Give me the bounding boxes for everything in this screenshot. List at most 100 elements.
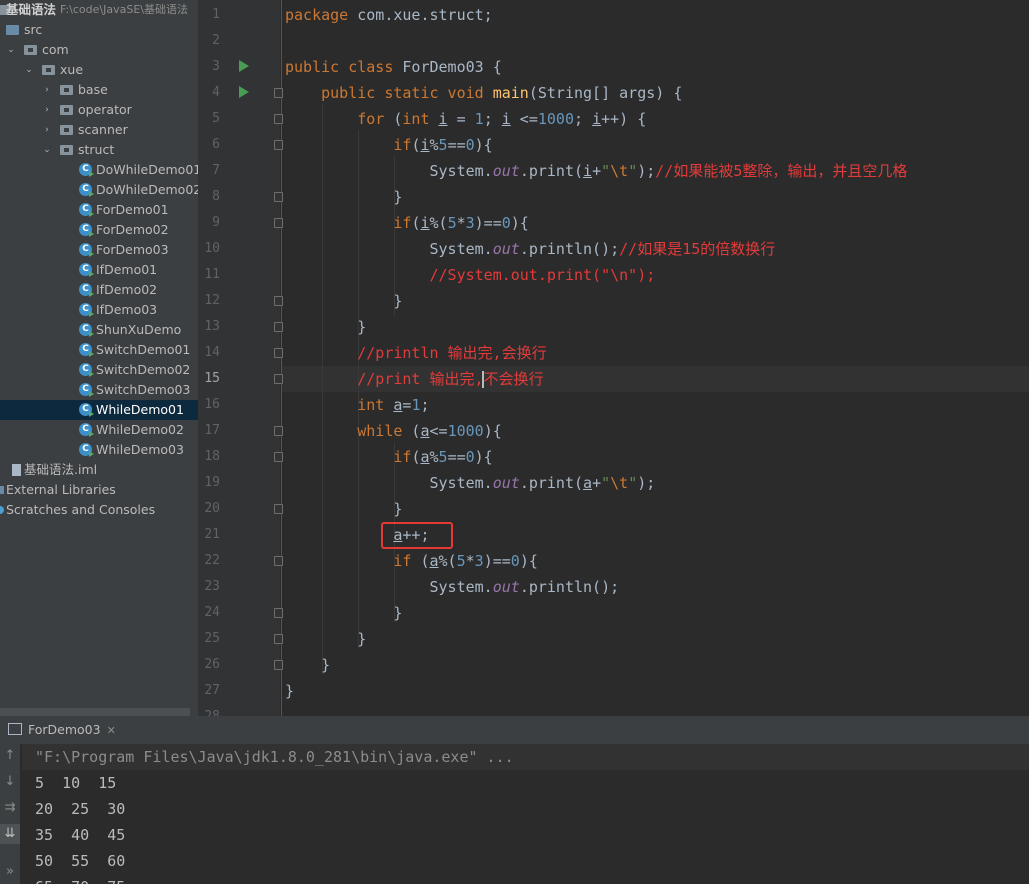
fold-icon[interactable] — [274, 608, 283, 618]
tree-item-switchdemo02[interactable]: C SwitchDemo02 — [0, 360, 198, 380]
iml-file-icon — [12, 464, 21, 476]
up-arrow-icon[interactable]: ↑ — [0, 746, 20, 766]
tree-horizontal-scrollbar[interactable] — [0, 708, 190, 716]
tree-item-src[interactable]: src — [0, 20, 198, 40]
tree-item-scratches-and-consoles[interactable]: Scratches and Consoles — [0, 500, 198, 520]
run-config-icon — [8, 723, 22, 735]
fold-icon[interactable] — [274, 218, 283, 228]
line-number: 27 — [204, 683, 220, 698]
code-line-14: //println 输出完,会换行 — [285, 340, 546, 366]
code-line-18: if(a%5==0){ — [393, 448, 493, 466]
tree-item-xue[interactable]: ⌄ xue — [0, 60, 198, 80]
tree-item-ifdemo01[interactable]: C IfDemo01 — [0, 260, 198, 280]
tree-item-shunxudemo[interactable]: C ShunXuDemo — [0, 320, 198, 340]
source-folder-icon — [6, 25, 19, 35]
tree-item-base[interactable]: › base — [0, 80, 198, 100]
run-tab[interactable]: ForDemo03 ✕ — [8, 716, 116, 744]
project-root[interactable]: 基础语法 F:\code\JavaSE\基础语法 — [0, 0, 198, 20]
fold-icon[interactable] — [274, 322, 283, 332]
fold-icon[interactable] — [274, 660, 283, 670]
tree-item-operator[interactable]: › operator — [0, 100, 198, 120]
code-editor[interactable]: 1 2 3 4 5 6 7 8 9 10 11 12 13 14 15 16 17 18 19 20 21 22 23 24 2… — [198, 0, 1029, 716]
console-output[interactable]: "F:\Program Files\Java\jdk1.8.0_281\bin\… — [22, 744, 1029, 884]
tree-item-label: SwitchDemo03 — [96, 382, 191, 397]
fold-icon[interactable] — [274, 114, 283, 124]
more-icon[interactable]: » — [0, 862, 20, 882]
chevron-down-icon[interactable]: ⌄ — [42, 140, 52, 160]
comment-line-10: //如果是15的倍数换行 — [619, 240, 776, 258]
code-line-7: System.out.print(i+"\t");//如果能被5整除，输出，并且… — [285, 162, 908, 180]
chevron-right-icon[interactable]: › — [42, 80, 52, 100]
chevron-right-icon[interactable]: › — [42, 120, 52, 140]
line-number: 3 — [212, 59, 220, 74]
tree-item-switchdemo03[interactable]: C SwitchDemo03 — [0, 380, 198, 400]
down-arrow-icon[interactable]: ↓ — [0, 772, 20, 792]
chevron-down-icon[interactable]: ⌄ — [24, 60, 34, 80]
code-line-17: while (a<=1000){ — [357, 422, 502, 440]
run-class-icon[interactable] — [239, 60, 249, 72]
tree-item-iml[interactable]: 基础语法.iml — [0, 460, 198, 480]
code-line-20: } — [285, 500, 403, 518]
chevron-right-icon[interactable]: › — [42, 100, 52, 120]
tree-item-fordemo01[interactable]: C ForDemo01 — [0, 200, 198, 220]
tree-item-dowhiledemo01[interactable]: C DoWhileDemo01 — [0, 160, 198, 180]
code-line-24: } — [285, 604, 403, 622]
tree-item-fordemo03[interactable]: C ForDemo03 — [0, 240, 198, 260]
soft-wrap-icon[interactable]: ⇉ — [0, 798, 20, 818]
code-line-23: System.out.println(); — [285, 578, 620, 596]
comment-line-7: //如果能被5整除，输出，并且空几格 — [655, 162, 908, 180]
java-class-icon: C — [79, 263, 94, 277]
console-output-line: 50 55 60 — [35, 852, 126, 870]
tree-item-dowhiledemo02[interactable]: C DoWhileDemo02 — [0, 180, 198, 200]
tree-item-whiledemo03[interactable]: C WhileDemo03 — [0, 440, 198, 460]
tree-item-ifdemo03[interactable]: C IfDemo03 — [0, 300, 198, 320]
fold-icon[interactable] — [274, 140, 283, 150]
tree-item-label: DoWhileDemo01 — [96, 162, 198, 177]
line-number: 5 — [212, 111, 220, 126]
tree-item-com[interactable]: ⌄ com — [0, 40, 198, 60]
code-line-8: } — [285, 188, 403, 206]
tree-item-switchdemo01[interactable]: C SwitchDemo01 — [0, 340, 198, 360]
tree-item-fordemo02[interactable]: C ForDemo02 — [0, 220, 198, 240]
fold-icon[interactable] — [274, 426, 283, 436]
java-class-icon: C — [79, 403, 94, 417]
close-icon[interactable]: ✕ — [107, 724, 116, 737]
tree-item-external-libraries[interactable]: External Libraries — [0, 480, 198, 500]
fold-icon[interactable] — [274, 556, 283, 566]
fold-icon[interactable] — [274, 452, 283, 462]
fold-icon[interactable] — [274, 192, 283, 202]
line-number: 26 — [204, 657, 220, 672]
code-line-19: System.out.print(a+"\t"); — [285, 474, 656, 492]
code-line-3: public class ForDemo03 { — [285, 58, 502, 76]
tree-item-whiledemo01[interactable]: C WhileDemo01 — [0, 400, 198, 420]
tree-item-scanner[interactable]: › scanner — [0, 120, 198, 140]
line-number: 28 — [198, 704, 220, 716]
java-class-icon: C — [79, 323, 94, 337]
package-folder-icon — [42, 65, 55, 75]
fold-icon[interactable] — [274, 88, 283, 98]
tree-item-struct[interactable]: ⌄ struct — [0, 140, 198, 160]
line-number: 22 — [204, 553, 220, 568]
fold-icon[interactable] — [274, 374, 283, 384]
fold-icon[interactable] — [274, 296, 283, 306]
java-class-icon: C — [79, 243, 94, 257]
java-class-icon: C — [79, 423, 94, 437]
java-class-icon: C — [79, 223, 94, 237]
scroll-to-end-icon[interactable]: ⇊ — [0, 824, 20, 844]
run-main-icon[interactable] — [239, 86, 249, 98]
fold-icon[interactable] — [274, 634, 283, 644]
java-class-icon: C — [79, 183, 94, 197]
line-number: 17 — [204, 423, 220, 438]
tree-item-ifdemo02[interactable]: C IfDemo02 — [0, 280, 198, 300]
code-line-16: int a=1; — [357, 396, 430, 414]
tree-item-whiledemo02[interactable]: C WhileDemo02 — [0, 420, 198, 440]
fold-icon[interactable] — [274, 348, 283, 358]
console-output-line: 35 40 45 — [35, 826, 126, 844]
text-caret — [482, 371, 484, 388]
package-folder-icon — [60, 145, 73, 155]
java-class-icon: C — [79, 443, 94, 457]
java-class-icon: C — [79, 363, 94, 377]
line-number: 25 — [204, 631, 220, 646]
fold-icon[interactable] — [274, 504, 283, 514]
chevron-down-icon[interactable]: ⌄ — [6, 40, 16, 60]
